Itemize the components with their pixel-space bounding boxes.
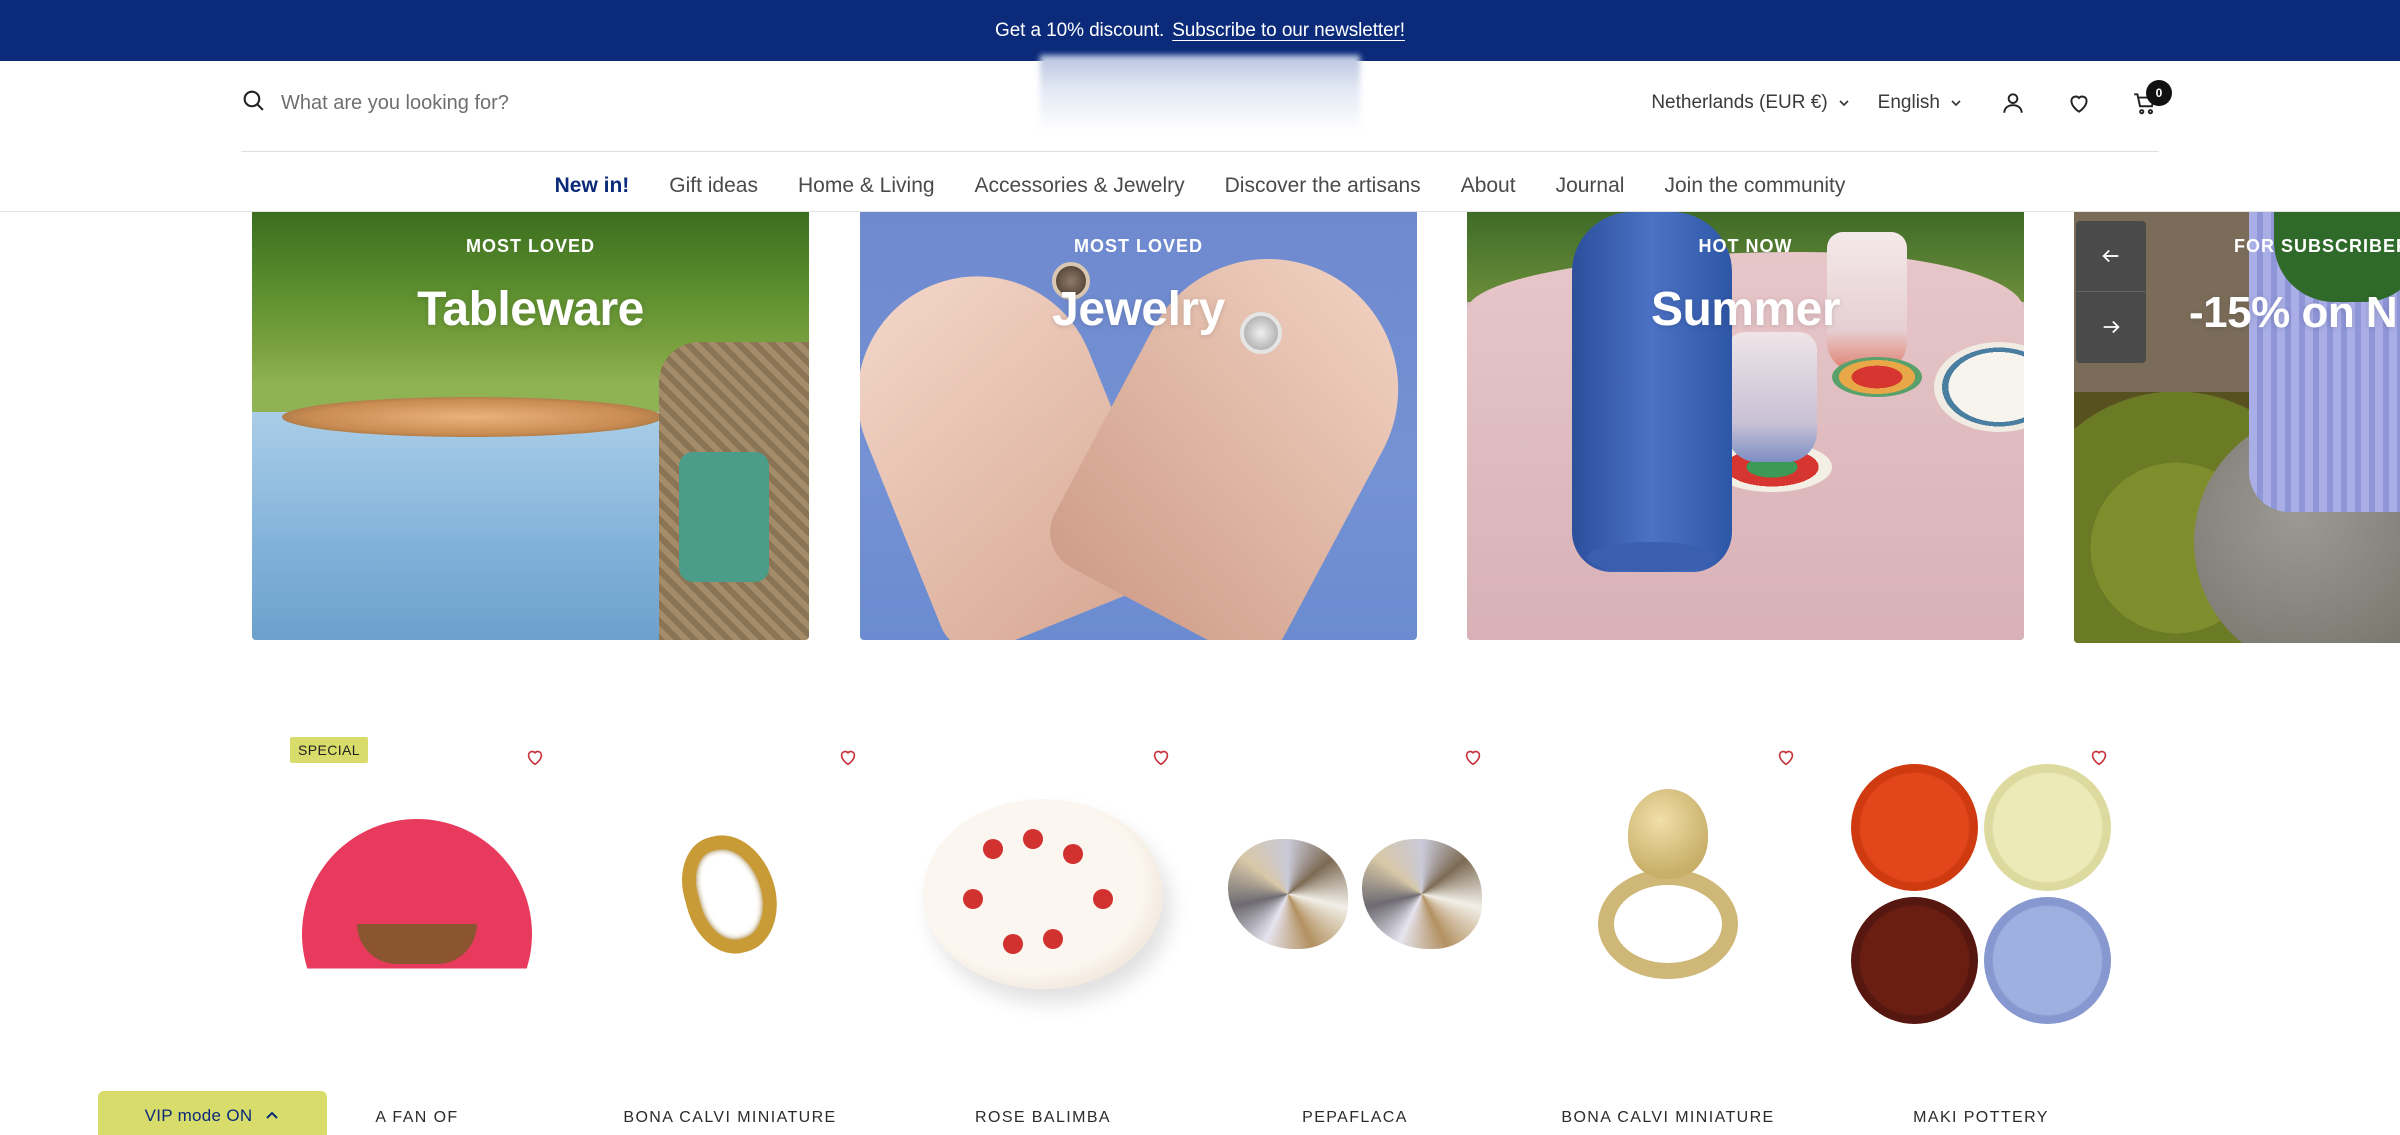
slide-eyebrow: MOST LOVED xyxy=(1073,236,1203,256)
hero-slide-jewelry[interactable]: MOST LOVED Jewelry xyxy=(860,212,1417,640)
slider-next-button[interactable] xyxy=(2076,291,2146,361)
hero-slide-tableware[interactable]: MOST LOVED Tableware xyxy=(252,212,809,640)
language-label: English xyxy=(1877,92,1940,113)
product-image[interactable] xyxy=(898,764,1188,1024)
search-icon[interactable] xyxy=(241,88,266,118)
announcement-text: Get a 10% discount. xyxy=(995,19,1165,41)
language-selector[interactable]: English xyxy=(1878,92,1962,114)
product-card[interactable]: A FAN OF xyxy=(272,734,562,1134)
product-vendor[interactable]: MAKI POTTERY xyxy=(1836,1109,2126,1127)
nav-item-discover-artisans[interactable]: Discover the artisans xyxy=(1225,174,1421,198)
slide-eyebrow: FOR SUBSCRIBER xyxy=(2234,236,2400,256)
nav-item-new-in[interactable]: New in! xyxy=(555,174,630,198)
arrow-right-icon xyxy=(2103,320,2120,333)
product-vendor[interactable]: PEPAFLACA xyxy=(1210,1109,1500,1127)
header-tools: Netherlands (EUR €) English 0 xyxy=(1651,80,2172,123)
product-image[interactable] xyxy=(1210,764,1500,1024)
vip-label: VIP mode ON xyxy=(144,1106,253,1125)
slide-eyebrow: HOT NOW xyxy=(1698,236,1793,256)
product-card[interactable]: PEPAFLACA xyxy=(1210,734,1500,1134)
product-card[interactable]: BONA CALVI MINIATURE xyxy=(1523,734,1813,1134)
product-image[interactable] xyxy=(272,764,562,1024)
slider-controls xyxy=(2076,221,2146,363)
slide-eyebrow: MOST LOVED xyxy=(465,236,595,256)
product-image[interactable] xyxy=(1523,764,1813,1024)
announcement-bar: Get a 10% discount. Subscribe to our new… xyxy=(0,0,2400,61)
product-image[interactable] xyxy=(585,764,875,1024)
newsletter-link[interactable]: Subscribe to our newsletter! xyxy=(1172,20,1405,42)
main-navigation: New in! Gift ideas Home & Living Accesso… xyxy=(0,166,2400,206)
product-card[interactable]: MAKI POTTERY xyxy=(1836,734,2126,1134)
product-vendor[interactable]: BONA CALVI MINIATURE xyxy=(1523,1109,1813,1127)
slide-title: Tableware xyxy=(417,283,644,336)
nav-item-about[interactable]: About xyxy=(1461,174,1516,198)
nav-item-accessories-jewelry[interactable]: Accessories & Jewelry xyxy=(975,174,1185,198)
product-image[interactable] xyxy=(1836,764,2126,1024)
header-divider xyxy=(241,151,2159,152)
account-icon[interactable] xyxy=(1998,88,2028,118)
nav-item-home-living[interactable]: Home & Living xyxy=(798,174,935,198)
chevron-down-icon xyxy=(1951,100,1961,107)
nav-item-journal[interactable]: Journal xyxy=(1556,174,1625,198)
arrow-left-icon xyxy=(2102,249,2119,263)
product-card[interactable]: ROSE BALIMBA xyxy=(898,734,1188,1134)
nav-item-join-community[interactable]: Join the community xyxy=(1664,174,1845,198)
slide-title: -15% on N xyxy=(2189,288,2398,337)
slide-image xyxy=(252,412,672,640)
product-vendor[interactable]: ROSE BALIMBA xyxy=(898,1109,1188,1127)
country-selector[interactable]: Netherlands (EUR €) xyxy=(1651,92,1849,114)
cart-icon[interactable]: 0 xyxy=(2130,80,2172,118)
country-label: Netherlands (EUR €) xyxy=(1651,92,1828,113)
product-card[interactable]: BONA CALVI MINIATURE xyxy=(585,734,875,1134)
chevron-up-icon xyxy=(266,1111,279,1119)
site-header: Netherlands (EUR €) English 0 New in! Gi… xyxy=(0,55,2400,212)
slide-title: Jewelry xyxy=(1052,283,1225,336)
hero-slide-summer[interactable]: HOT NOW Summer xyxy=(1467,212,2024,640)
search-bar[interactable] xyxy=(241,87,681,119)
vip-mode-toggle[interactable]: VIP mode ON xyxy=(98,1091,327,1135)
nav-item-gift-ideas[interactable]: Gift ideas xyxy=(669,174,758,198)
search-input[interactable] xyxy=(281,91,681,115)
cart-count-badge: 0 xyxy=(2146,80,2172,106)
slide-title: Summer xyxy=(1650,283,1841,336)
slider-prev-button[interactable] xyxy=(2076,221,2146,291)
product-vendor[interactable]: BONA CALVI MINIATURE xyxy=(585,1109,875,1127)
chevron-down-icon xyxy=(1839,100,1849,107)
store-logo[interactable] xyxy=(1040,55,1360,133)
wishlist-heart-icon[interactable] xyxy=(2064,88,2094,118)
